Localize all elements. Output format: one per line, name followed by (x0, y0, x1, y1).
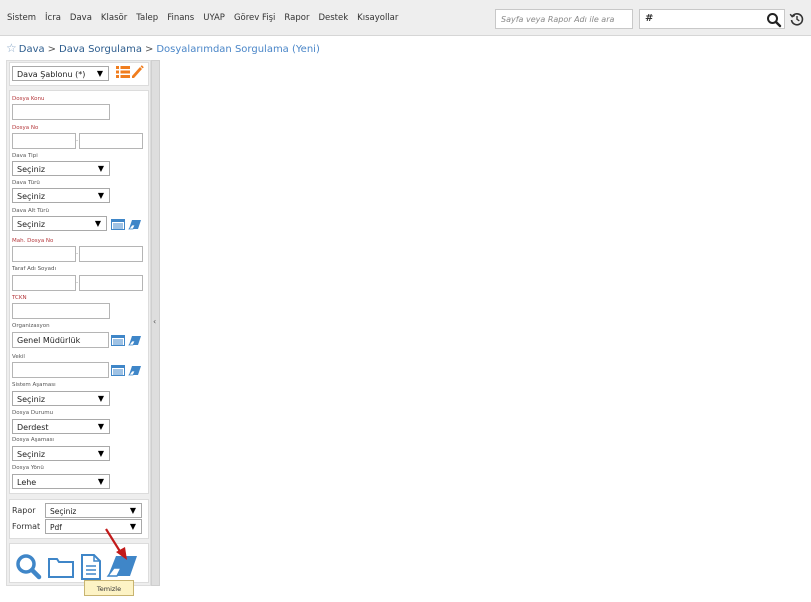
breadcrumb-dava[interactable]: Dava (19, 44, 45, 55)
dava-turu-label: Dava Türü (12, 180, 40, 186)
chevron-down-icon: ▼ (97, 394, 104, 403)
dava-turu-value: Seçiniz (17, 192, 46, 201)
sistem-asamasi-select[interactable]: Seçiniz ▼ (12, 391, 110, 406)
top-navbar: Sistem İcra Dava Klasör Talep Finans UYAP Görev… (0, 0, 811, 36)
dava-tipi-value: Seçiniz (17, 165, 46, 174)
chevron-down-icon: ▼ (97, 191, 104, 200)
dosya-no-label: Dosya No (12, 125, 39, 131)
format-label: Format (12, 522, 41, 531)
menu-item-kisayollar[interactable]: Kısayollar (357, 13, 398, 23)
search-icon[interactable] (766, 12, 782, 28)
history-icon[interactable] (789, 11, 805, 27)
search-icon[interactable] (15, 553, 43, 581)
list-icon[interactable] (111, 219, 125, 230)
taraf-ad-input[interactable] (12, 275, 76, 291)
tckn-input[interactable] (12, 303, 110, 319)
document-icon[interactable] (80, 553, 102, 581)
dosya-yonu-value: Lehe (17, 478, 37, 487)
red-arrow-annotation (105, 528, 127, 560)
list-icon[interactable] (111, 335, 125, 346)
menu-item-destek[interactable]: Destek (318, 13, 348, 23)
pencil-icon[interactable] (131, 65, 144, 79)
chevron-down-icon: ▼ (97, 449, 104, 458)
menu-item-finans[interactable]: Finans (167, 13, 194, 23)
dava-turu-select[interactable]: Seçiniz ▼ (12, 188, 110, 203)
mah-dosya-no-from-input[interactable] (12, 246, 76, 262)
chevron-down-icon: ▼ (129, 522, 136, 531)
dosya-konu-label: Dosya Konu (12, 96, 45, 102)
dosya-asamasi-value: Seçiniz (17, 450, 46, 459)
chevron-down-icon: ▼ (97, 164, 104, 173)
dosya-konu-input[interactable] (12, 104, 110, 120)
rapor-value: Seçiniz (50, 507, 77, 516)
list-icon[interactable] (111, 365, 125, 376)
chevron-down-icon: ▼ (97, 477, 104, 486)
organizasyon-input[interactable]: Genel Müdürlük (12, 332, 109, 348)
rapor-select[interactable]: Seçiniz ▼ (45, 503, 142, 518)
dosya-durumu-select[interactable]: Derdest ▼ (12, 419, 110, 434)
dava-tipi-label: Dava Tipi (12, 153, 38, 159)
temizle-tooltip: Temizle (84, 580, 134, 596)
chevron-down-icon: ▼ (97, 422, 104, 431)
dava-alt-turu-value: Seçiniz (17, 220, 46, 229)
breadcrumb-current: Dosyalarımdan Sorgulama (Yeni) (156, 44, 320, 55)
folder-icon[interactable] (47, 555, 75, 579)
breadcrumb: ☆ Dava > Dava Sorgulama > Dosyalarımdan Sorgu… (6, 41, 320, 55)
range-dash: - (76, 250, 79, 257)
panel-collapse-bar[interactable]: ‹ (151, 60, 160, 586)
dosya-durumu-value: Derdest (17, 423, 49, 432)
page-search-input[interactable]: Sayfa veya Rapor Adı ile ara (495, 9, 633, 29)
taraf-soyad-input[interactable] (79, 275, 143, 291)
hash-search-input[interactable]: # (639, 9, 785, 29)
tckn-label: TCKN (12, 295, 27, 301)
format-value: Pdf (50, 523, 62, 532)
menu-item-klasor[interactable]: Klasör (101, 13, 127, 23)
dosya-asamasi-select[interactable]: Seçiniz ▼ (12, 446, 110, 461)
collapse-arrow-icon: ‹ (153, 317, 157, 326)
vekil-input[interactable] (12, 362, 109, 378)
breadcrumb-separator: > (144, 44, 154, 55)
list-orange-icon[interactable] (116, 66, 130, 78)
vekil-label: Vekil (12, 354, 25, 360)
range-dash: - (76, 137, 79, 144)
dosya-asamasi-label: Dosya Aşaması (12, 437, 54, 443)
breadcrumb-dava-sorgulama[interactable]: Dava Sorgulama (59, 44, 142, 55)
mah-dosya-no-to-input[interactable] (79, 246, 143, 262)
dosya-yonu-label: Dosya Yönü (12, 465, 44, 471)
taraf-adi-label: Taraf Adı Soyadı (12, 266, 57, 272)
menu-item-talep[interactable]: Talep (136, 13, 158, 23)
dosya-no-from-input[interactable] (12, 133, 76, 149)
chevron-down-icon: ▼ (129, 506, 136, 515)
eraser-icon[interactable] (128, 365, 142, 376)
dosya-no-to-input[interactable] (79, 133, 143, 149)
dava-alt-turu-label: Dava Alt Türü (12, 208, 50, 214)
chevron-down-icon: ▼ (96, 69, 103, 78)
favorite-star-icon[interactable]: ☆ (6, 41, 17, 55)
eraser-icon[interactable] (128, 335, 142, 346)
menu-item-icra[interactable]: İcra (45, 13, 61, 23)
rapor-label: Rapor (12, 506, 36, 515)
menu-item-rapor[interactable]: Rapor (284, 13, 309, 23)
menu-item-uyap[interactable]: UYAP (203, 13, 225, 23)
eraser-icon[interactable] (128, 219, 142, 230)
dosya-durumu-label: Dosya Durumu (12, 410, 54, 416)
main-menu: Sistem İcra Dava Klasör Talep Finans UYAP Görev… (7, 13, 407, 23)
range-dash: - (76, 279, 79, 286)
template-select-value: Dava Şablonu (*) (17, 70, 86, 79)
dosya-yonu-select[interactable]: Lehe ▼ (12, 474, 110, 489)
organizasyon-label: Organizasyon (12, 323, 50, 329)
mah-dosya-no-label: Mah. Dosya No (12, 238, 54, 244)
template-select[interactable]: Dava Şablonu (*) ▼ (12, 66, 109, 81)
sistem-asamasi-value: Seçiniz (17, 395, 46, 404)
hash-icon: # (645, 13, 654, 24)
chevron-down-icon: ▼ (94, 219, 101, 228)
dava-alt-turu-select[interactable]: Seçiniz ▼ (12, 216, 107, 231)
menu-item-gorev-fisi[interactable]: Görev Fişi (234, 13, 275, 23)
dava-tipi-select[interactable]: Seçiniz ▼ (12, 161, 110, 176)
sistem-asamasi-label: Sistem Aşaması (12, 382, 56, 388)
menu-item-sistem[interactable]: Sistem (7, 13, 36, 23)
menu-item-dava[interactable]: Dava (70, 13, 92, 23)
breadcrumb-separator: > (47, 44, 57, 55)
